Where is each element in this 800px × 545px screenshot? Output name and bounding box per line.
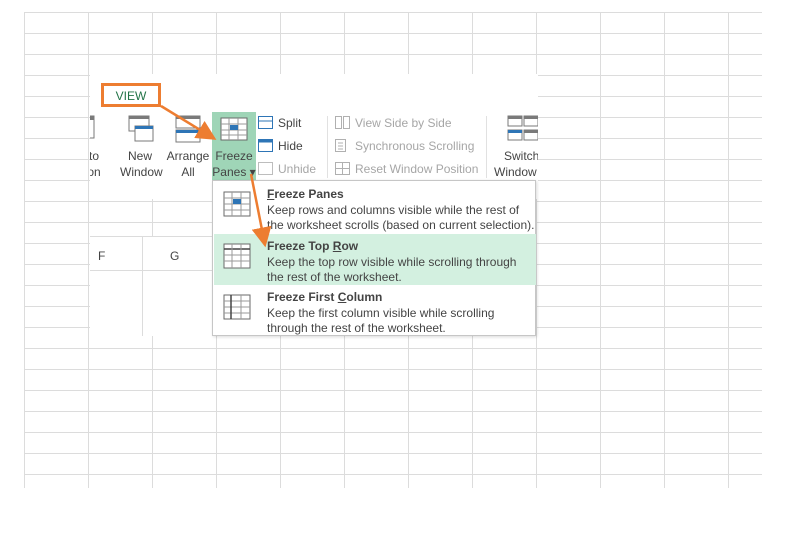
partial-button-line1: to [90,149,99,163]
sheet-column-headers: F G [90,236,214,336]
view-tab-label: VIEW [115,89,147,103]
column-header-f[interactable]: F [98,249,105,263]
arrange-all-line1: Arrange [166,149,210,163]
switch-windows-line1: Switch [504,149,538,163]
view-side-by-side-label: View Side by Side [355,116,452,130]
new-window-line1: New [127,149,152,163]
menu-item-freeze-first-column[interactable]: Freeze First Column Keep the first colum… [214,285,536,336]
menu-item-freeze-panes[interactable]: Freeze Panes Keep rows and columns visib… [214,182,536,233]
switch-windows-icon [507,115,538,141]
split-label: Split [278,116,302,130]
menu-item-description: Keep the top row visible while scrolling… [267,255,517,284]
window-icon [90,115,95,139]
side-by-side-icon [335,116,350,129]
menu-item-title: Freeze Top Row [267,239,359,253]
ribbon-separator [327,116,328,178]
freeze-panes-line2: Panes ▾ [212,165,256,179]
menu-item-description: Keep rows and columns visible while the … [267,203,535,232]
unhide-label: Unhide [278,162,317,176]
reset-window-position-icon [335,162,350,175]
freeze-panes-menu: Freeze Panes Keep rows and columns visib… [212,180,536,336]
freeze-panes-line1: Freeze [215,149,253,163]
partial-window-button[interactable]: to on [90,114,104,180]
freeze-panes-icon [223,191,251,217]
partial-button-line2: on [90,165,101,179]
menu-item-description: Keep the first column visible while scro… [267,306,495,335]
freeze-first-column-icon [223,294,251,320]
view-tab[interactable]: VIEW [101,83,161,107]
unhide-icon [258,162,273,175]
switch-windows-line2: Window [494,165,537,179]
freeze-top-row-icon [223,243,251,269]
menu-item-title: Freeze First Column [267,290,383,304]
ribbon-separator [486,116,487,178]
new-window-line2: Window [120,165,163,179]
freeze-panes-button[interactable]: Freeze Panes ▾ [212,112,256,182]
synchronous-scrolling-label: Synchronous Scrolling [355,139,475,153]
hide-label: Hide [278,139,303,153]
new-window-button[interactable]: New Window [120,114,163,180]
new-window-icon [128,115,154,142]
column-header-g[interactable]: G [170,249,179,263]
menu-item-freeze-top-row[interactable]: Freeze Top Row Keep the top row visible … [214,234,536,285]
arrange-all-icon [175,115,201,143]
menu-item-title: Freeze Panes [267,187,344,201]
freeze-panes-icon [220,117,248,141]
split-icon [258,116,273,129]
switch-windows-button[interactable]: Switch Window [490,114,538,180]
synchronous-scrolling-icon [335,139,346,152]
arrange-all-line2: All [181,165,195,179]
arrange-all-button[interactable]: Arrange All [164,114,212,180]
reset-window-position-label: Reset Window Position [355,162,479,176]
hide-icon [258,139,273,152]
